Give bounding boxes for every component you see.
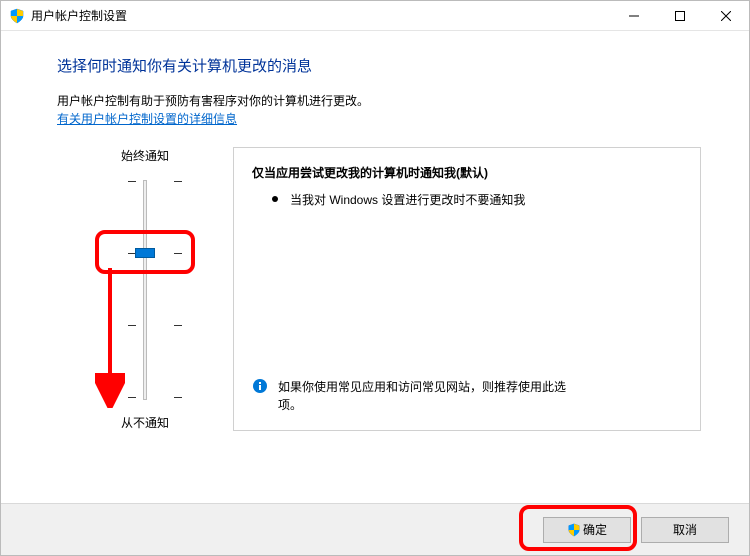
description-bullet-text: 当我对 Windows 设置进行更改时不要通知我 [290,191,525,208]
uac-shield-icon [9,8,25,24]
window-controls [611,1,749,31]
content-area: 选择何时通知你有关计算机更改的消息 用户帐户控制有助于预防有害程序对你的计算机进… [1,31,749,431]
info-icon [252,378,268,394]
uac-shield-icon [567,523,581,537]
notification-slider[interactable] [143,180,147,400]
slider-thumb[interactable] [135,248,155,258]
ok-button[interactable]: 确定 [543,517,631,543]
page-subtext: 用户帐户控制有助于预防有害程序对你的计算机进行更改。 [57,92,701,110]
minimize-button[interactable] [611,1,657,31]
slider-area [115,180,175,400]
recommendation-text: 如果你使用常见应用和访问常见网站，则推荐使用此选项。 [278,378,578,414]
help-link[interactable]: 有关用户帐户控制设置的详细信息 [57,110,237,127]
window-title: 用户帐户控制设置 [31,7,127,24]
ok-button-label: 确定 [583,521,607,538]
description-title: 仅当应用尝试更改我的计算机时通知我(默认) [252,164,682,181]
bullet-dot-icon [272,196,278,202]
slider-label-always: 始终通知 [121,147,169,164]
recommendation-row: 如果你使用常见应用和访问常见网站，则推荐使用此选项。 [252,378,682,414]
maximize-button[interactable] [657,1,703,31]
close-button[interactable] [703,1,749,31]
titlebar: 用户帐户控制设置 [1,1,749,31]
page-heading: 选择何时通知你有关计算机更改的消息 [57,55,701,76]
slider-column: 始终通知 从不通知 [85,147,205,431]
slider-label-never: 从不通知 [121,414,169,431]
footer-bar: 确定 取消 [1,503,749,555]
cancel-button-label: 取消 [673,521,697,538]
body-area: 始终通知 从不通知 仅当应用尝试更改我的计算机时通知我(默认) [57,147,701,431]
description-panel: 仅当应用尝试更改我的计算机时通知我(默认) 当我对 Windows 设置进行更改… [233,147,701,431]
annotation-arrow [95,268,125,408]
cancel-button[interactable]: 取消 [641,517,729,543]
description-bullet: 当我对 Windows 设置进行更改时不要通知我 [252,191,682,208]
